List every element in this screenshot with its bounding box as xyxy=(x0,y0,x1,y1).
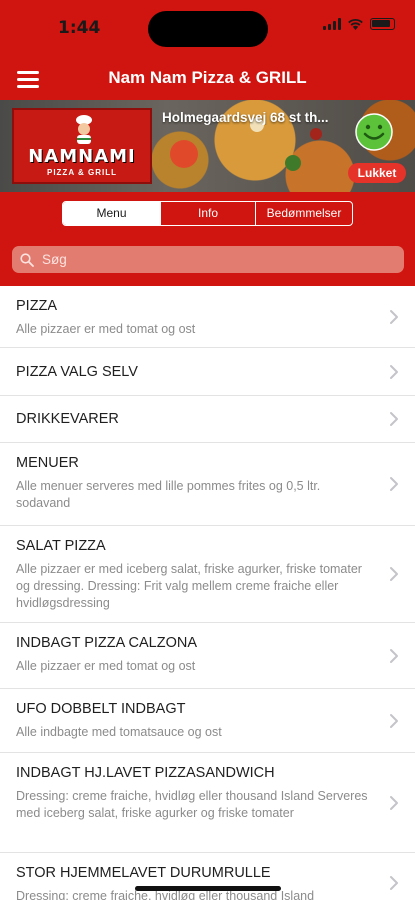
signal-icon xyxy=(323,18,341,30)
restaurant-banner: NAMNAMI PIZZA & GRILL Holmegaardsvej 68 … xyxy=(0,100,415,192)
category-description: Alle menuer serveres med lille pommes fr… xyxy=(16,479,321,510)
list-item[interactable]: MENUER Alle menuer serveres med lille po… xyxy=(0,443,415,526)
chevron-right-icon xyxy=(390,309,398,324)
category-title: STOR HJEMMELAVET DURUMRULLE xyxy=(16,865,271,881)
basil-decoration xyxy=(285,155,301,171)
chevron-right-icon xyxy=(390,477,398,491)
tab-info[interactable]: Info xyxy=(160,202,255,225)
category-title: UFO DOBBELT INDBAGT xyxy=(16,701,186,717)
list-item[interactable]: UFO DOBBELT INDBAGT Alle indbagte med to… xyxy=(0,689,415,753)
chef-icon xyxy=(76,115,92,144)
search-bar[interactable] xyxy=(12,246,404,273)
chevron-right-icon xyxy=(390,412,398,426)
category-title: DRIKKEVARER xyxy=(16,411,119,427)
category-title: PIZZA xyxy=(16,298,58,314)
segmented-tabs: Menu Info Bedømmelser xyxy=(62,201,353,226)
pepperoni-decoration xyxy=(310,128,322,140)
status-time: 1:44 xyxy=(58,18,101,38)
list-item[interactable]: PIZZA VALG SELV xyxy=(0,348,415,396)
category-description: Alle indbagte med tomatsauce og ost xyxy=(16,725,222,739)
navigation-bar: Nam Nam Pizza & GRILL xyxy=(0,56,415,100)
chevron-right-icon xyxy=(390,567,398,581)
list-item[interactable]: STOR HJEMMELAVET DURUMRULLE Dressing: cr… xyxy=(0,853,415,900)
chevron-right-icon xyxy=(390,795,398,810)
list-item[interactable]: SALAT PIZZA Alle pizzaer er med iceberg … xyxy=(0,526,415,623)
category-description: Alle pizzaer er med iceberg salat, frisk… xyxy=(16,562,362,610)
restaurant-logo: NAMNAMI PIZZA & GRILL xyxy=(12,108,152,184)
smiley-icon xyxy=(355,113,393,151)
home-indicator[interactable] xyxy=(135,886,281,891)
search-input[interactable] xyxy=(42,246,392,273)
status-icons xyxy=(323,18,395,30)
chevron-right-icon xyxy=(390,364,398,379)
wifi-icon xyxy=(348,18,363,30)
list-item[interactable]: INDBAGT HJ.LAVET PIZZASANDWICH Dressing:… xyxy=(0,753,415,853)
chevron-right-icon xyxy=(390,648,398,663)
category-description: Dressing: creme fraiche, hvidløg eller t… xyxy=(16,789,368,820)
category-description: Alle pizzaer er med tomat og ost xyxy=(16,659,196,673)
category-title: MENUER xyxy=(16,455,79,471)
restaurant-address: Holmegaardsvej 68 st th... xyxy=(162,110,329,125)
tab-menu[interactable]: Menu xyxy=(63,202,160,225)
category-list: PIZZA Alle pizzaer er med tomat og ost P… xyxy=(0,286,415,900)
chevron-right-icon xyxy=(390,713,398,728)
category-title: PIZZA VALG SELV xyxy=(16,364,138,380)
category-description: Alle pizzaer er med tomat og ost xyxy=(16,322,196,336)
search-icon xyxy=(20,253,34,267)
chevron-right-icon xyxy=(390,875,398,890)
status-badge: Lukket xyxy=(348,163,406,183)
list-item[interactable]: DRIKKEVARER xyxy=(0,396,415,443)
list-item[interactable]: PIZZA Alle pizzaer er med tomat og ost xyxy=(0,286,415,348)
category-title: INDBAGT HJ.LAVET PIZZASANDWICH xyxy=(16,765,275,781)
status-bar: 1:44 xyxy=(0,0,415,56)
category-title: SALAT PIZZA xyxy=(16,538,106,554)
dynamic-island xyxy=(148,11,268,47)
tab-reviews[interactable]: Bedømmelser xyxy=(255,202,352,225)
battery-icon xyxy=(370,18,395,30)
page-title: Nam Nam Pizza & GRILL xyxy=(108,68,307,87)
logo-subtext: PIZZA & GRILL xyxy=(46,168,118,177)
tomato-decoration xyxy=(170,140,198,168)
list-item[interactable]: INDBAGT PIZZA CALZONA Alle pizzaer er me… xyxy=(0,623,415,689)
category-title: INDBAGT PIZZA CALZONA xyxy=(16,635,198,651)
logo-text: NAMNAMI xyxy=(28,146,136,167)
